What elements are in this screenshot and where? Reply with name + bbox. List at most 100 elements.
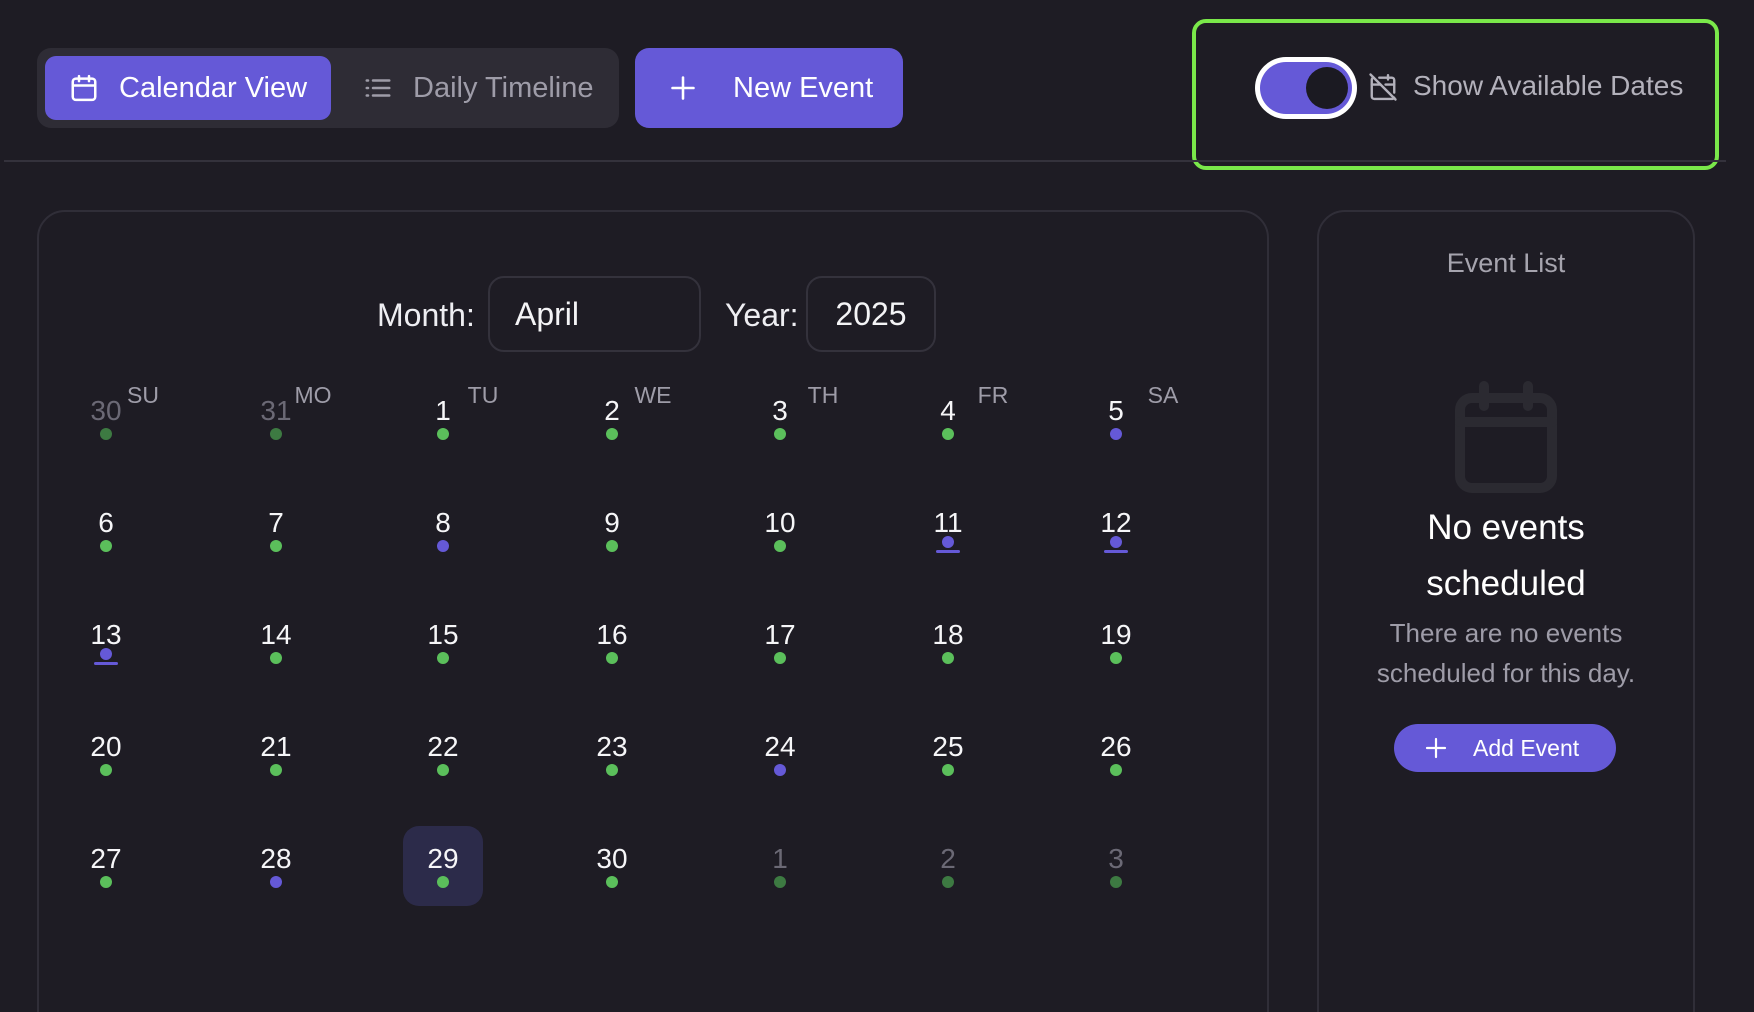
day-status-dot bbox=[100, 540, 112, 552]
calendar-day[interactable]: 20 bbox=[66, 714, 146, 794]
day-number: 29 bbox=[427, 843, 459, 874]
show-available-toggle[interactable] bbox=[1255, 57, 1357, 119]
calendar-day[interactable]: 31 bbox=[236, 378, 316, 458]
add-event-button[interactable]: Add Event bbox=[1394, 724, 1616, 772]
calendar-day[interactable]: 2 bbox=[572, 378, 652, 458]
day-number: 18 bbox=[932, 619, 964, 650]
list-icon bbox=[363, 73, 393, 103]
empty-state-message: There are no events scheduled for this d… bbox=[1317, 613, 1695, 693]
calendar-day[interactable]: 24 bbox=[740, 714, 820, 794]
day-number: 9 bbox=[604, 507, 620, 538]
add-event-label: Add Event bbox=[1473, 734, 1580, 761]
day-status-dot bbox=[270, 540, 282, 552]
calendar-day[interactable]: 8 bbox=[403, 490, 483, 570]
day-status-dot bbox=[606, 428, 618, 440]
calendar-day[interactable]: 1 bbox=[403, 378, 483, 458]
day-status-dot bbox=[100, 876, 112, 888]
day-number: 13 bbox=[90, 619, 122, 650]
day-status-dot bbox=[100, 764, 112, 776]
day-number: 31 bbox=[260, 395, 292, 426]
calendar-day[interactable]: 15 bbox=[403, 602, 483, 682]
calendar-day[interactable]: 12 bbox=[1076, 490, 1156, 570]
month-select[interactable]: April bbox=[488, 276, 701, 352]
calendar-view-button[interactable]: Calendar View bbox=[45, 56, 331, 120]
day-number: 7 bbox=[268, 507, 284, 538]
day-number: 22 bbox=[427, 731, 459, 762]
empty-message-line: There are no events bbox=[1389, 618, 1623, 648]
calendar-icon bbox=[1450, 378, 1562, 496]
day-status-dot bbox=[437, 428, 449, 440]
empty-heading-line: scheduled bbox=[1426, 564, 1586, 603]
calendar-day-selected[interactable]: 29 bbox=[403, 826, 483, 906]
day-number: 27 bbox=[90, 843, 122, 874]
day-status-dot bbox=[942, 876, 954, 888]
calendar-view-label: Calendar View bbox=[119, 71, 308, 104]
year-select[interactable]: 2025 bbox=[806, 276, 936, 352]
day-status-dot bbox=[774, 764, 786, 776]
calendar-day[interactable]: 3 bbox=[740, 378, 820, 458]
day-status-dot bbox=[606, 652, 618, 664]
day-number: 26 bbox=[1100, 731, 1132, 762]
calendar-day[interactable]: 1 bbox=[740, 826, 820, 906]
calendar-day[interactable]: 27 bbox=[66, 826, 146, 906]
plus-icon bbox=[669, 74, 697, 102]
calendar-day[interactable]: 4 bbox=[908, 378, 988, 458]
empty-message-line: scheduled for this day. bbox=[1376, 658, 1636, 688]
calendar-day[interactable]: 30 bbox=[572, 826, 652, 906]
calendar-day[interactable]: 30 bbox=[66, 378, 146, 458]
view-toggle-group: Calendar View Daily Timeline bbox=[37, 48, 619, 128]
calendar-day[interactable]: 7 bbox=[236, 490, 316, 570]
day-number: 24 bbox=[764, 731, 796, 762]
month-label: Month: bbox=[377, 297, 475, 333]
day-number: 4 bbox=[940, 395, 956, 426]
calendar-day[interactable]: 28 bbox=[236, 826, 316, 906]
day-status-dot bbox=[270, 764, 282, 776]
day-number: 12 bbox=[1100, 507, 1132, 538]
day-status-dot bbox=[270, 652, 282, 664]
day-number: 6 bbox=[98, 507, 114, 538]
plus-icon bbox=[1424, 736, 1448, 760]
day-status-dot bbox=[774, 540, 786, 552]
calendar-day[interactable]: 25 bbox=[908, 714, 988, 794]
day-number: 1 bbox=[435, 395, 451, 426]
day-number: 3 bbox=[772, 395, 788, 426]
calendar-day[interactable]: 5 bbox=[1076, 378, 1156, 458]
calendar-day[interactable]: 26 bbox=[1076, 714, 1156, 794]
day-number: 3 bbox=[1108, 843, 1124, 874]
calendar-day[interactable]: 11 bbox=[908, 490, 988, 570]
day-status-dot bbox=[942, 428, 954, 440]
calendar-day[interactable]: 21 bbox=[236, 714, 316, 794]
day-status-dot bbox=[942, 536, 954, 548]
daily-timeline-label: Daily Timeline bbox=[413, 71, 594, 104]
day-status-dot bbox=[100, 428, 112, 440]
calendar-day[interactable]: 17 bbox=[740, 602, 820, 682]
day-busy-bar bbox=[1104, 550, 1128, 553]
calendar-day[interactable]: 19 bbox=[1076, 602, 1156, 682]
day-number: 23 bbox=[596, 731, 628, 762]
month-value: April bbox=[515, 295, 580, 332]
calendar-off-icon bbox=[1368, 72, 1398, 102]
calendar-day[interactable]: 13 bbox=[66, 602, 146, 682]
new-event-button[interactable]: New Event bbox=[635, 48, 903, 128]
calendar-day[interactable]: 16 bbox=[572, 602, 652, 682]
calendar-day[interactable]: 6 bbox=[66, 490, 146, 570]
day-status-dot bbox=[606, 876, 618, 888]
day-status-dot bbox=[606, 540, 618, 552]
calendar-day[interactable]: 10 bbox=[740, 490, 820, 570]
calendar-day[interactable]: 2 bbox=[908, 826, 988, 906]
year-label: Year: bbox=[725, 297, 799, 333]
calendar-day[interactable]: 22 bbox=[403, 714, 483, 794]
day-status-dot bbox=[1110, 536, 1122, 548]
day-status-dot bbox=[437, 764, 449, 776]
day-status-dot bbox=[942, 764, 954, 776]
day-number: 2 bbox=[940, 843, 956, 874]
calendar-day[interactable]: 9 bbox=[572, 490, 652, 570]
calendar-day[interactable]: 3 bbox=[1076, 826, 1156, 906]
day-number: 10 bbox=[764, 507, 796, 538]
calendar-day[interactable]: 23 bbox=[572, 714, 652, 794]
calendar-day[interactable]: 14 bbox=[236, 602, 316, 682]
daily-timeline-button[interactable]: Daily Timeline bbox=[349, 56, 611, 120]
day-number: 30 bbox=[596, 843, 628, 874]
calendar-day[interactable]: 18 bbox=[908, 602, 988, 682]
event-list-title: Event List bbox=[1446, 248, 1566, 278]
